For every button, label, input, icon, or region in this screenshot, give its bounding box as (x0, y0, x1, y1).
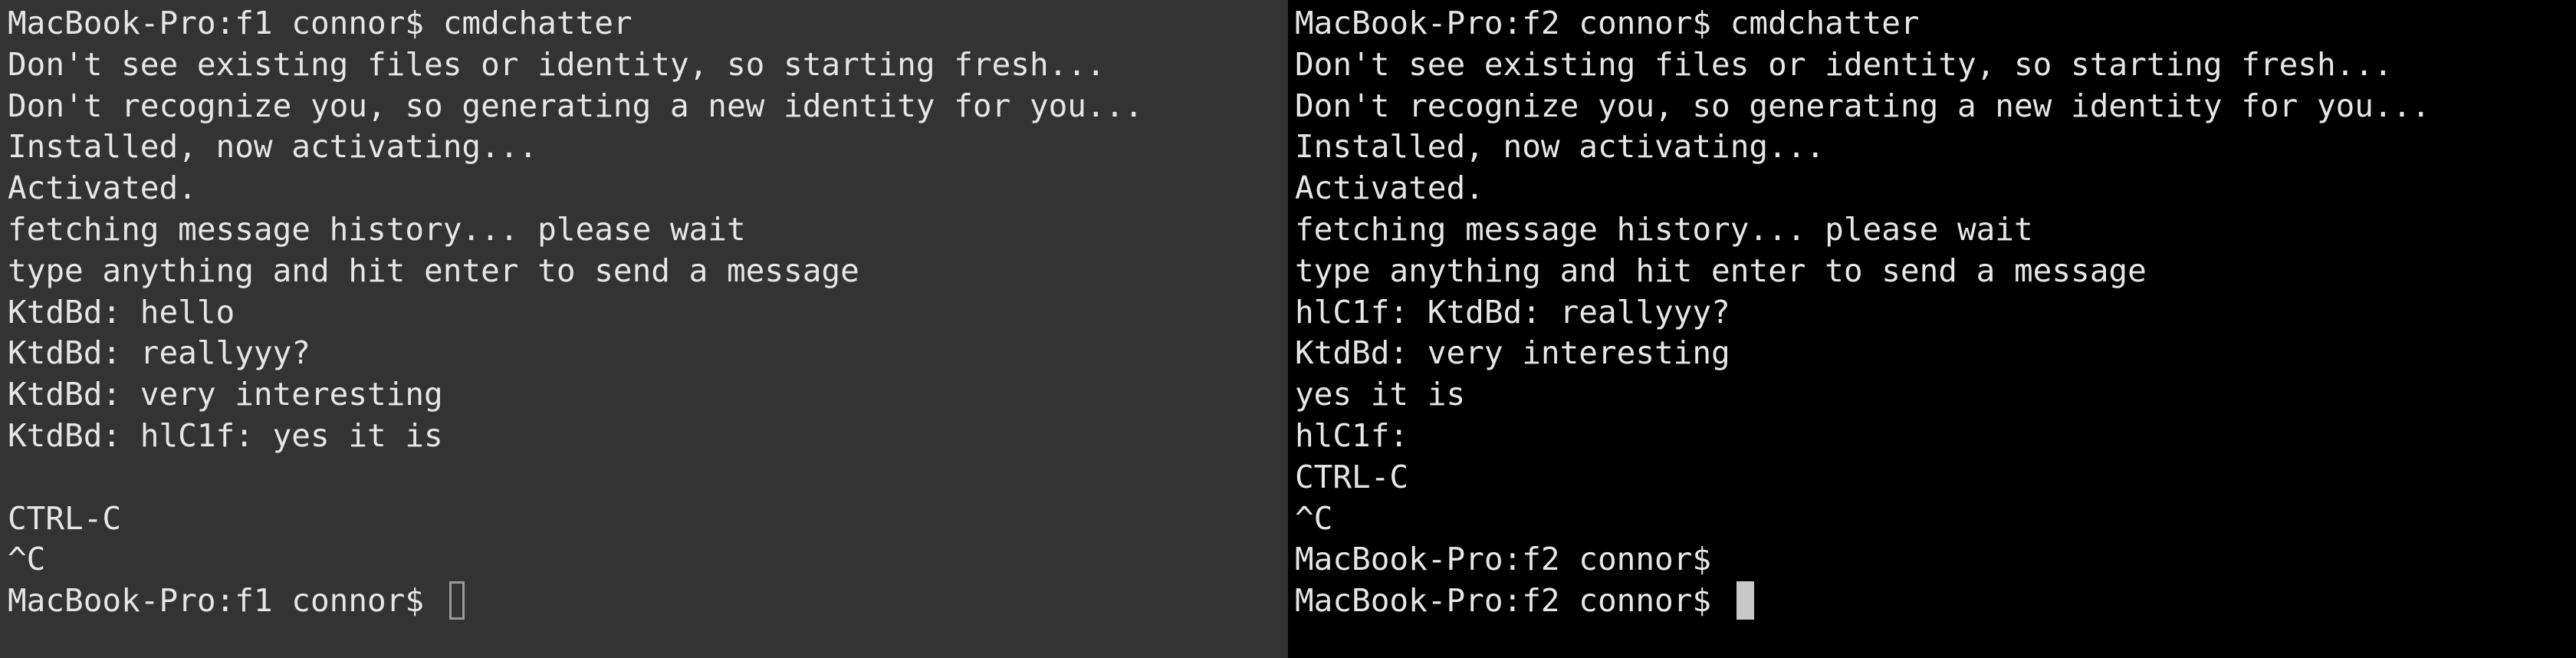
cursor-hollow-icon (449, 581, 465, 620)
terminal-prompt-line[interactable]: MacBook-Pro:f1 connor$ (8, 581, 1288, 622)
terminal-line: ^C (8, 541, 46, 578)
terminal-line: ^C (1295, 499, 1333, 537)
terminal-line: CTRL-C (1295, 458, 1409, 495)
terminal-line: Installed, now activating... (1295, 128, 1825, 166)
terminal-prompt-line[interactable]: MacBook-Pro:f2 connor$ (1295, 581, 2576, 622)
terminal-line: Don't see existing files or identity, so… (8, 45, 1106, 83)
terminal-line: CTRL-C (8, 499, 122, 537)
terminal-line: hlC1f: KtdBd: reallyyy? (1295, 293, 1730, 331)
terminal-pane-f1[interactable]: MacBook-Pro:f1 connor$ cmdchatter Don't … (0, 0, 1288, 658)
terminal-line: fetching message history... please wait (8, 210, 746, 248)
screen: MacBook-Pro:f1 connor$ cmdchatter Don't … (0, 0, 2576, 658)
terminal-line: MacBook-Pro:f2 connor$ cmdchatter (1295, 5, 1920, 41)
terminal-line: Activated. (8, 169, 197, 207)
terminal-line: Installed, now activating... (8, 128, 538, 166)
terminal-prompt: MacBook-Pro:f2 connor$ (1295, 582, 1730, 620)
terminal-line: MacBook-Pro:f2 connor$ (1295, 541, 1712, 578)
terminal-line: KtdBd: very interesting (1295, 334, 1730, 372)
terminal-line: KtdBd: very interesting (8, 376, 443, 413)
terminal-line: hlC1f: (1295, 416, 1409, 454)
cursor-block-icon (1736, 581, 1754, 620)
terminal-line: Don't recognize you, so generating a new… (8, 87, 1144, 124)
terminal-prompt: MacBook-Pro:f1 connor$ (8, 582, 443, 620)
terminal-pane-f2[interactable]: MacBook-Pro:f2 connor$ cmdchatter Don't … (1288, 0, 2576, 658)
terminal-line: KtdBd: reallyyy? (8, 334, 310, 372)
terminal-line: MacBook-Pro:f1 connor$ cmdchatter (8, 5, 632, 41)
terminal-line: Don't see existing files or identity, so… (1295, 45, 2393, 83)
terminal-line: type anything and hit enter to send a me… (1295, 252, 2147, 289)
terminal-line: KtdBd: hello (8, 293, 235, 331)
terminal-line: type anything and hit enter to send a me… (8, 252, 859, 289)
terminal-line: Don't recognize you, so generating a new… (1295, 87, 2431, 124)
terminal-line: yes it is (1295, 376, 1466, 413)
terminal-line: fetching message history... please wait (1295, 210, 2033, 248)
terminal-line: Activated. (1295, 169, 1484, 207)
terminal-line: KtdBd: hlC1f: yes it is (8, 416, 443, 454)
